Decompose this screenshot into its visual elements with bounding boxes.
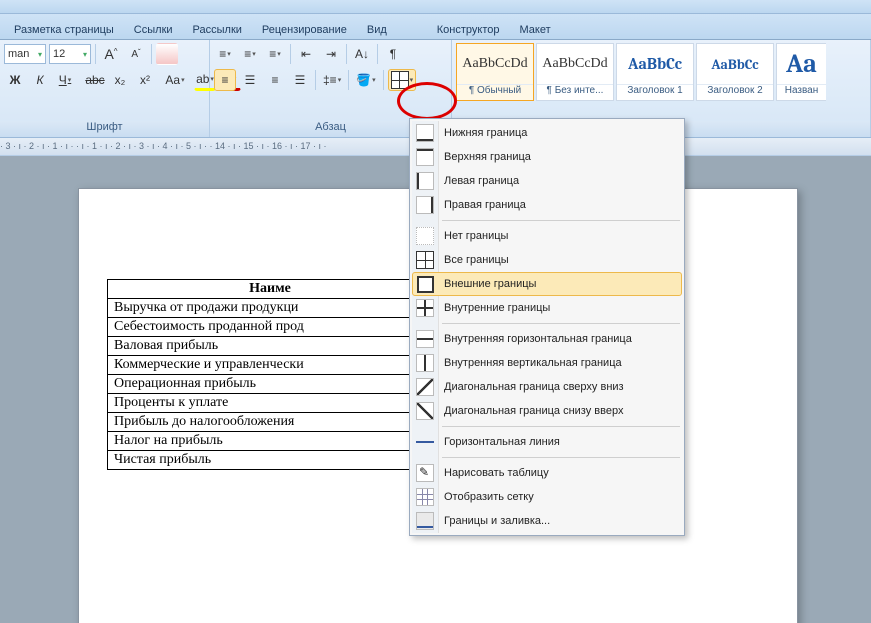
menu-borders-dialog[interactable]: Границы и заливка...	[412, 509, 682, 533]
tab-constructor[interactable]: Конструктор	[427, 20, 510, 39]
tab-layout[interactable]: Макет	[509, 20, 560, 39]
show-marks-button[interactable]: ¶	[382, 43, 404, 65]
border-right-icon	[416, 196, 434, 214]
menu-border-bottom[interactable]: Нижняя граница	[412, 121, 682, 145]
italic-button[interactable]: К	[29, 69, 51, 91]
border-inside-horizontal-icon	[416, 330, 434, 348]
clear-format-button[interactable]	[156, 43, 178, 65]
tab-links[interactable]: Ссылки	[124, 20, 183, 39]
font-name-text: man	[8, 48, 29, 60]
tab-review[interactable]: Рецензирование	[252, 20, 357, 39]
menu-border-outside[interactable]: Внешние границы	[412, 272, 682, 296]
shading-button[interactable]: 🪣▾	[353, 69, 378, 91]
bold-button[interactable]: Ж	[4, 69, 26, 91]
multilevel-button[interactable]: ≡▾	[264, 43, 286, 65]
group-font-label: Шрифт	[0, 121, 209, 137]
borders-icon	[391, 71, 409, 89]
tab-page-layout[interactable]: Разметка страницы	[4, 20, 124, 39]
menu-border-inside-horizontal[interactable]: Внутренняя горизонтальная граница	[412, 327, 682, 351]
outdent-button[interactable]: ⇤	[295, 43, 317, 65]
style-heading1[interactable]: AaBbCc Заголовок 1	[616, 43, 694, 101]
border-none-icon	[416, 227, 434, 245]
bullets-button[interactable]: ≡▾	[214, 43, 236, 65]
menu-border-none[interactable]: Нет границы	[412, 224, 682, 248]
menu-view-gridlines[interactable]: Отобразить сетку	[412, 485, 682, 509]
menu-border-top[interactable]: Верхняя граница	[412, 145, 682, 169]
border-inside-vertical-icon	[416, 354, 434, 372]
draw-table-icon	[416, 464, 434, 482]
menu-border-inside-vertical[interactable]: Внутренняя вертикальная граница	[412, 351, 682, 375]
style-title[interactable]: Aa Назван	[776, 43, 826, 101]
menu-border-all[interactable]: Все границы	[412, 248, 682, 272]
style-no-spacing[interactable]: AaBbCcDd ¶ Без инте...	[536, 43, 614, 101]
font-name-combo[interactable]: man▾	[4, 44, 46, 64]
style-heading2[interactable]: AaBbCc Заголовок 2	[696, 43, 774, 101]
tab-view[interactable]: Вид	[357, 20, 397, 39]
align-justify-button[interactable]: ☰	[289, 69, 311, 91]
align-left-button[interactable]: ≡	[214, 69, 236, 91]
indent-button[interactable]: ⇥	[320, 43, 342, 65]
horizontal-line-icon	[416, 433, 434, 451]
menu-border-left[interactable]: Левая граница	[412, 169, 682, 193]
change-case-button[interactable]: Aa▾	[164, 69, 186, 91]
grow-font-button[interactable]: A^	[100, 43, 122, 65]
style-normal[interactable]: AaBbCcDd ¶ Обычный	[456, 43, 534, 101]
border-diagonal-down-icon	[416, 378, 434, 396]
borders-dialog-icon	[416, 512, 434, 530]
ribbon-tabs: Разметка страницы Ссылки Рассылки Реценз…	[0, 14, 871, 40]
borders-dropdown: Нижняя граница Верхняя граница Левая гра…	[409, 118, 685, 536]
border-inside-icon	[416, 299, 434, 317]
border-outside-icon	[417, 276, 434, 293]
shrink-font-button[interactable]: Aˇ	[125, 43, 147, 65]
superscript-button[interactable]: x²	[134, 69, 156, 91]
table-header-name[interactable]: Наиме	[108, 280, 433, 299]
align-center-button[interactable]: ☰	[239, 69, 261, 91]
menu-horizontal-line[interactable]: Горизонтальная линия	[412, 430, 682, 454]
menu-border-right[interactable]: Правая граница	[412, 193, 682, 217]
numbering-button[interactable]: ≡▾	[239, 43, 261, 65]
menu-border-diagonal-up[interactable]: Диагональная граница снизу вверх	[412, 399, 682, 423]
align-right-button[interactable]: ≡	[264, 69, 286, 91]
font-size-combo[interactable]: 12▾	[49, 44, 91, 64]
border-top-icon	[416, 148, 434, 166]
gridlines-icon	[416, 488, 434, 506]
border-all-icon	[416, 251, 434, 269]
subscript-button[interactable]: x₂	[109, 69, 131, 91]
menu-border-diagonal-down[interactable]: Диагональная граница сверху вниз	[412, 375, 682, 399]
sort-button[interactable]: А↓	[351, 43, 373, 65]
menu-draw-table[interactable]: Нарисовать таблицу	[412, 461, 682, 485]
border-diagonal-up-icon	[416, 402, 434, 420]
line-spacing-button[interactable]: ‡≡▾	[320, 69, 344, 91]
strike-button[interactable]: abc	[84, 69, 106, 91]
border-bottom-icon	[416, 124, 434, 142]
borders-button[interactable]: ▾	[388, 69, 417, 91]
menu-border-inside[interactable]: Внутренние границы	[412, 296, 682, 320]
underline-button[interactable]: Ч▾	[54, 69, 76, 91]
font-size-text: 12	[53, 48, 65, 60]
border-left-icon	[416, 172, 434, 190]
group-font: man▾ 12▾ A^ Aˇ Ж К Ч▾ abc x₂ x²	[0, 40, 210, 137]
tab-mailings[interactable]: Рассылки	[183, 20, 252, 39]
